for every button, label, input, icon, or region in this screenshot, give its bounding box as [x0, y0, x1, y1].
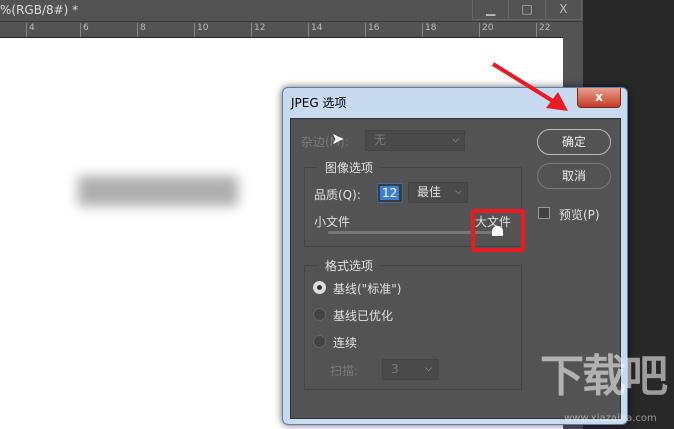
watermark-url: www.xiazaiba.com: [564, 413, 657, 424]
mouse-cursor-icon: ➤: [331, 129, 345, 148]
watermark-logo: 下载吧: [540, 351, 668, 402]
arrow-shaft: [491, 62, 558, 105]
arrow-head: [546, 92, 568, 111]
